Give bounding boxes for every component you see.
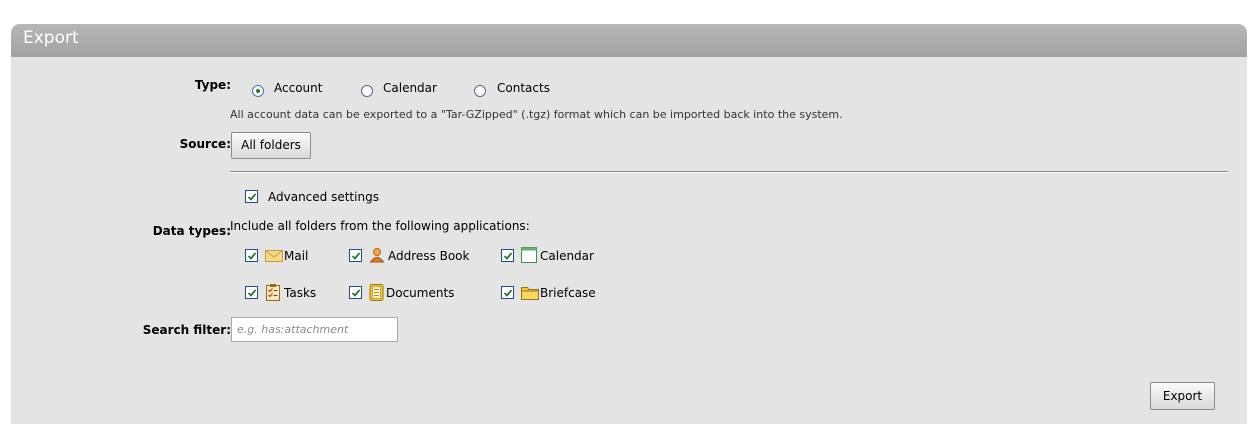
mail-icon <box>265 249 283 266</box>
mail-label[interactable]: Mail <box>284 249 308 263</box>
address-book-label[interactable]: Address Book <box>388 249 469 263</box>
type-radio-contacts[interactable] <box>474 85 486 97</box>
calendar-checkbox[interactable] <box>501 249 514 262</box>
address-book-checkbox[interactable] <box>349 249 362 262</box>
source-label: Source: <box>179 137 231 151</box>
data-types-intro: Include all folders from the following a… <box>230 219 530 233</box>
panel-title: Export <box>23 28 79 48</box>
tasks-label[interactable]: Tasks <box>284 286 316 300</box>
documents-icon <box>369 284 385 304</box>
tasks-icon <box>266 284 280 304</box>
source-folders-button[interactable]: All folders <box>231 132 311 159</box>
advanced-settings-label[interactable]: Advanced settings <box>268 190 379 204</box>
type-radio-calendar[interactable] <box>361 85 373 97</box>
documents-checkbox[interactable] <box>349 286 362 299</box>
type-label: Type: <box>194 78 231 92</box>
divider <box>230 171 1228 173</box>
briefcase-icon <box>521 285 539 303</box>
search-filter-input[interactable] <box>231 317 398 342</box>
calendar-label[interactable]: Calendar <box>540 249 594 263</box>
mail-checkbox[interactable] <box>245 249 258 262</box>
briefcase-checkbox[interactable] <box>501 286 514 299</box>
advanced-settings-checkbox[interactable] <box>245 190 258 203</box>
search-filter-label: Search filter: <box>142 323 231 337</box>
type-radio-account[interactable] <box>252 85 264 97</box>
data-types-label: Data types: <box>152 224 231 238</box>
export-button[interactable]: Export <box>1150 382 1215 410</box>
address-book-icon <box>369 247 385 266</box>
tasks-checkbox[interactable] <box>245 286 258 299</box>
briefcase-label[interactable]: Briefcase <box>540 286 596 300</box>
type-description: All account data can be exported to a "T… <box>230 108 843 121</box>
type-option-calendar-label[interactable]: Calendar <box>383 81 437 95</box>
panel-header: Export <box>11 24 1247 57</box>
type-option-account-label[interactable]: Account <box>274 81 322 95</box>
export-panel: Export Type: Account Calendar Contacts A… <box>11 24 1247 424</box>
documents-label[interactable]: Documents <box>386 286 454 300</box>
type-option-contacts-label[interactable]: Contacts <box>497 81 550 95</box>
calendar-icon <box>521 247 537 266</box>
